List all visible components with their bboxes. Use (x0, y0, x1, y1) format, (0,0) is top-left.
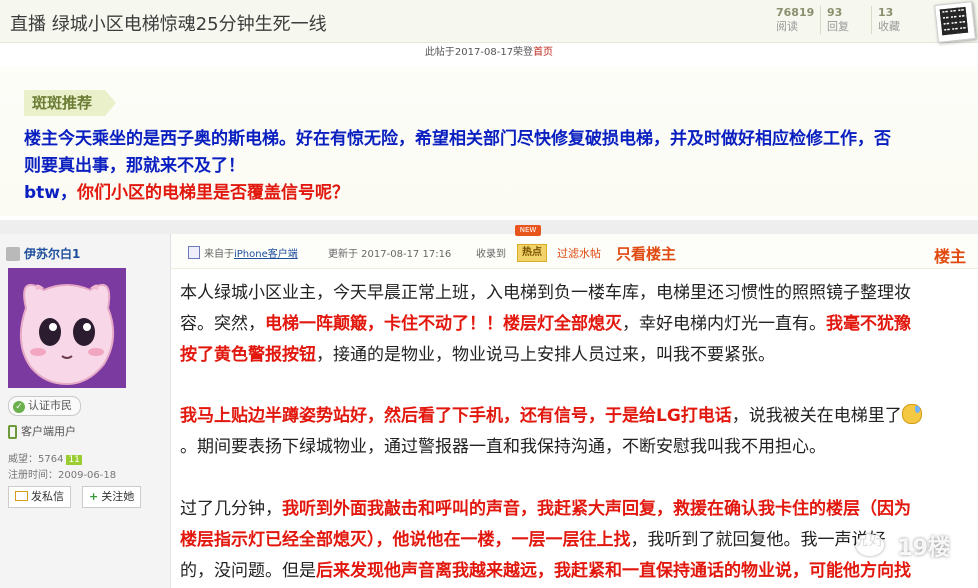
post-updated-time: 更新于 2017-08-17 17:16 (328, 249, 452, 260)
pinned-text: 此帖于2017-08-17荣登 (424, 47, 534, 58)
prestige-line: 威望：5764 11 (8, 450, 82, 465)
avatar[interactable] (8, 268, 126, 388)
highlight-segment: 楼层指示灯已经全部熄灭），他说他在一楼，一层一层往上找 (180, 530, 631, 550)
thread-title-bar: 直播 绿城小区电梯惊魂25分钟生死一线 76819 阅读 93 回复 13 收藏 (0, 0, 978, 43)
thread-title: 直播 绿城小区电梯惊魂25分钟生死一线 (10, 14, 327, 35)
username-link[interactable]: 伊苏尔白1 (6, 245, 80, 262)
post-body-line: 按了黄色警报按钮，接通的是物业，物业说马上安排人员过来，叫我不要紧张。 (180, 343, 775, 367)
post-body-line: 。期间要表扬下绿城物业，通过警报器一直和我保持沟通，不断安慰我叫我不用担心。 (180, 437, 826, 457)
watermark-text: 19楼 (897, 536, 950, 561)
highlight-segment: 我毫不犹豫 (826, 314, 911, 334)
envelope-icon (15, 491, 28, 501)
register-date: 注册时间：2009-06-18 (8, 470, 117, 481)
recommendation-btw: btw， (24, 183, 78, 203)
stat-favorites: 13 收藏 (871, 6, 922, 34)
recommendation-line-3: btw，你们小区的电梯里是否覆盖信号呢？ (24, 180, 349, 206)
collected-to-label: 收录到 (476, 249, 506, 260)
qr-code-icon[interactable] (934, 1, 976, 43)
follow-label: 关注她 (101, 490, 135, 503)
avatar-character-icon (8, 268, 126, 388)
send-message-label: 发私信 (31, 490, 64, 503)
mobile-icon (188, 246, 200, 259)
username-text: 伊苏尔白1 (24, 247, 81, 261)
phone-icon (8, 425, 17, 439)
post-source: 来自于iPhone客户端 (188, 245, 298, 260)
text-segment: 的，没问题。但是 (180, 561, 316, 581)
text-segment: ，说我被关在电梯里了 (731, 406, 902, 426)
filter-water-posts-link[interactable]: 过滤水帖 (557, 245, 601, 261)
text-segment: ，幸好电梯内灯光一直有。 (622, 314, 826, 334)
stat-views-label: 阅读 (776, 20, 798, 33)
post-body-line: 容。突然，电梯一阵颠簸，卡住不动了！！楼层灯全部熄灭，幸好电梯内灯光一直有。我毫… (180, 312, 911, 336)
highlight-segment: 我听到外面我敲击和呼叫的声音，我赶紧大声回复，救援在确认我卡住的楼层（因为 (282, 499, 911, 519)
stat-views: 76819 阅读 (770, 6, 820, 34)
recommendation-tag: 斑斑推荐 (24, 90, 117, 116)
post-body-line: 的，没问题。但是后来发现他声音离我越来越远，我赶紧和一直保持通话的物业说，可能他… (180, 559, 911, 583)
certified-label: 认证市民 (28, 399, 72, 412)
recommendation-line-1: 楼主今天乘坐的是西子奥的斯电梯。好在有惊无险，希望相关部门尽快修复破损电梯，并及… (24, 129, 891, 149)
level-badge: 11 (66, 455, 82, 465)
new-badge: NEW (515, 225, 541, 236)
post-body-line: 楼层指示灯已经全部熄灭），他说他在一楼，一层一层往上找，我听到了就回复他。我一声… (180, 528, 886, 552)
section-divider (0, 220, 978, 234)
client-user-text: 客户端用户 (21, 425, 76, 438)
plus-icon: + (89, 490, 99, 503)
follow-button[interactable]: + 关注她 (82, 486, 142, 508)
text-segment: ，我听到了就回复他。我一声说好 (630, 530, 886, 550)
highlight-segment: 我马上贴边半蹲姿势站好，然后看了下手机，还有信号，于是给LG打电话 (180, 406, 732, 426)
hot-topic-tag[interactable]: 热点 (517, 244, 547, 262)
highlight-segment: 按了黄色警报按钮 (180, 345, 316, 365)
client-user-label: 客户端用户 (8, 423, 76, 439)
stat-replies-value: 93 (827, 6, 843, 19)
source-prefix: 来自于 (204, 249, 234, 260)
user-icon (6, 247, 20, 261)
post-body-line: 过了几分钟，我听到外面我敲击和呼叫的声音，我赶紧大声回复，救援在确认我卡住的楼层… (180, 497, 911, 521)
text-segment: ，接通的是物业，物业说马上安排人员过来，叫我不要紧张。 (316, 345, 775, 365)
prestige-text: 威望：5764 (8, 454, 64, 465)
post-body-line: 我马上贴边半蹲姿势站好，然后看了下手机，还有信号，于是给LG打电话，说我被关在电… (180, 404, 922, 428)
stat-views-value: 76819 (776, 6, 815, 19)
stat-replies: 93 回复 (820, 6, 871, 34)
highlight-segment: 后来发现他声音离我越来越远，我赶紧和一直保持通话的物业说，可能他方向找 (316, 561, 911, 581)
recommendation-line-2: 则要真出事，那就来不及了！ (24, 156, 245, 176)
send-message-button[interactable]: 发私信 (8, 486, 71, 508)
check-icon: ✓ (13, 401, 25, 413)
sweat-emoji-icon (901, 404, 922, 424)
host-floor-label: 楼主 (933, 247, 966, 266)
iphone-client-link[interactable]: iPhone客户端 (234, 249, 298, 260)
stat-replies-label: 回复 (827, 20, 849, 33)
text-segment: 过了几分钟， (180, 499, 282, 519)
pinned-notice: 此帖于2017-08-17荣登首页 (0, 43, 978, 65)
post-body-line: 本人绿城小区业主，今天早晨正常上班，入电梯到负一楼车库，电梯里还习惯性的照照镜子… (180, 283, 911, 303)
highlight-segment: 电梯一阵颠簸，卡住不动了！！楼层灯全部熄灭 (265, 314, 622, 334)
stat-favorites-label: 收藏 (878, 20, 900, 33)
thread-stats: 76819 阅读 93 回复 13 收藏 (770, 6, 922, 34)
homepage-link[interactable]: 首页 (533, 47, 553, 58)
certified-citizen-badge: ✓ 认证市民 (8, 396, 81, 416)
text-segment: 容。突然， (180, 314, 265, 334)
wechat-watermark-icon (856, 534, 884, 556)
only-view-host-link[interactable]: 只看楼主 (616, 243, 676, 264)
recommendation-question: 你们小区的电梯里是否覆盖信号呢？ (77, 183, 350, 203)
stat-favorites-value: 13 (878, 6, 894, 19)
